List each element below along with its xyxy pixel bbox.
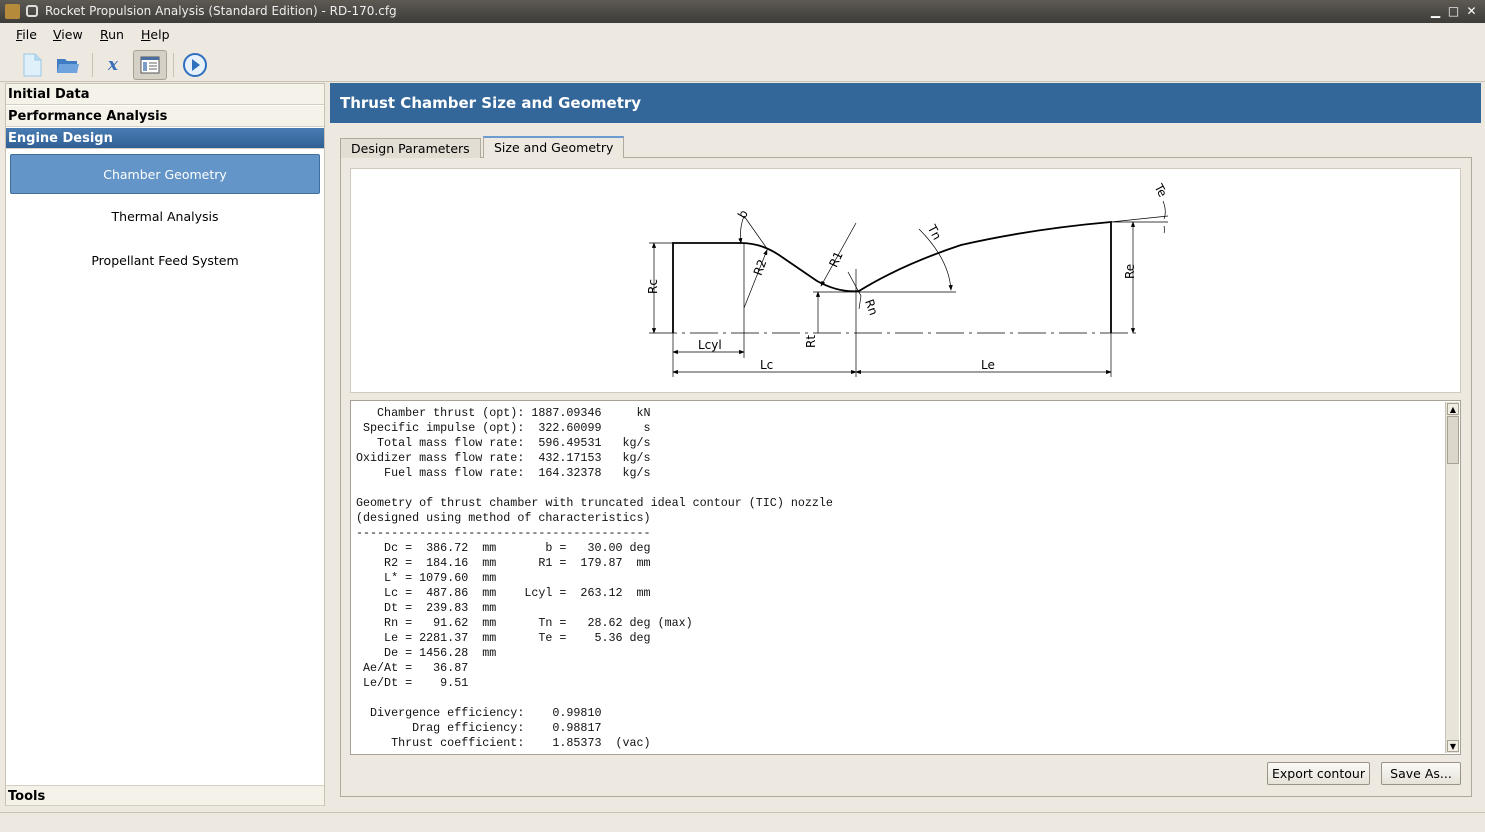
run-icon — [183, 53, 207, 77]
results-line: Geometry of thrust chamber with truncate… — [356, 496, 833, 510]
new-file-button[interactable] — [15, 50, 49, 80]
sidebar-item-thermal-analysis[interactable]: Thermal Analysis — [10, 197, 320, 237]
window-menu-icon[interactable] — [26, 5, 38, 17]
window-title: Rocket Propulsion Analysis (Standard Edi… — [45, 4, 397, 18]
label-rc: Rc — [646, 279, 660, 294]
results-line: Ae/At = 36.87 — [356, 661, 469, 675]
minimize-button[interactable]: ▁ — [1429, 5, 1442, 18]
tab-size-and-geometry[interactable]: Size and Geometry — [483, 136, 625, 158]
toolbar-separator — [92, 53, 93, 77]
sidebar-item-chamber-geometry[interactable]: Chamber Geometry — [10, 154, 320, 194]
open-button[interactable] — [51, 50, 85, 80]
report-view-icon — [140, 56, 160, 74]
toolbar-separator — [173, 53, 174, 77]
chamber-contour — [672, 221, 1112, 333]
chamber-geometry-diagram: b R2 R1 Tn Te Rc Rt Rn Re Lcyl Lc Le — [350, 168, 1461, 393]
label-lc: Lc — [760, 358, 773, 372]
diagram-svg: b R2 R1 Tn Te Rc Rt Rn Re Lcyl Lc Le — [646, 181, 1170, 377]
results-line: Thrust coefficient: 1.85373 (vac) — [356, 736, 651, 750]
status-bar — [0, 812, 1485, 832]
run-button[interactable] — [178, 50, 212, 80]
sidebar-section-engine-design[interactable]: Engine Design — [6, 128, 324, 149]
sidebar-item-propellant-feed-system[interactable]: Propellant Feed System — [10, 241, 320, 281]
label-te: Te — [1151, 181, 1170, 200]
label-lcyl: Lcyl — [698, 338, 722, 352]
results-line: Le = 2281.37 mm Te = 5.36 deg — [356, 631, 651, 645]
dim-te — [1162, 200, 1166, 234]
tab-design-parameters[interactable]: Design Parameters — [340, 138, 481, 158]
export-contour-button[interactable]: Export contour — [1267, 762, 1370, 785]
scroll-down-arrow-icon[interactable]: ▼ — [1447, 740, 1459, 752]
formula-button[interactable]: x — [96, 50, 130, 80]
menu-help[interactable]: Help — [141, 27, 170, 42]
results-line — [356, 691, 833, 706]
formula-icon: x — [107, 55, 119, 75]
sidebar-section-initial-data[interactable]: Initial Data — [6, 84, 324, 105]
close-button[interactable]: ✕ — [1465, 5, 1478, 18]
scroll-up-arrow-icon[interactable]: ▲ — [1447, 403, 1459, 415]
extension-lines — [649, 215, 1169, 377]
results-line: Le/Dt = 9.51 — [356, 676, 469, 690]
app-icon — [5, 4, 20, 19]
results-line: Specific impulse (opt): 322.60099 s — [356, 421, 651, 435]
label-rt: Rt — [804, 335, 818, 348]
results-line: R2 = 184.16 mm R1 = 179.87 mm — [356, 556, 651, 570]
results-line: Chamber thrust (opt): 1887.09346 kN — [356, 406, 651, 420]
label-b: b — [735, 207, 751, 221]
results-line: Dt = 239.83 mm — [356, 601, 497, 615]
label-r1: R1 — [826, 249, 845, 269]
results-line — [356, 481, 833, 496]
report-view-button[interactable] — [133, 50, 167, 80]
label-r2: R2 — [751, 258, 770, 278]
results-line: De = 1456.28 mm — [356, 646, 497, 660]
results-line: Rn = 91.62 mm Tn = 28.62 deg (max) — [356, 616, 693, 630]
sidebar-section-tools[interactable]: Tools — [6, 785, 324, 806]
results-line: Lc = 487.86 mm Lcyl = 263.12 mm — [356, 586, 651, 600]
new-file-icon — [23, 53, 42, 77]
results-text: Chamber thrust (opt): 1887.09346 kN Spec… — [356, 401, 833, 751]
results-line: ----------------------------------------… — [356, 526, 651, 540]
scrollbar-thumb[interactable] — [1447, 416, 1459, 464]
menu-bar: File View Run Help — [0, 23, 1485, 45]
page-title: Thrust Chamber Size and Geometry — [330, 83, 1481, 123]
menu-run[interactable]: Run — [100, 27, 124, 42]
open-folder-icon — [57, 59, 79, 73]
results-line: Total mass flow rate: 596.49531 kg/s — [356, 436, 651, 450]
results-line: (designed using method of characteristic… — [356, 511, 651, 525]
results-line: L* = 1079.60 mm — [356, 571, 497, 585]
label-rn: Rn — [862, 297, 881, 317]
vertical-scrollbar[interactable]: ▲ ▼ — [1445, 402, 1459, 753]
sidebar: Initial Data Performance Analysis Engine… — [5, 83, 325, 806]
toolbar: x — [0, 45, 1485, 82]
maximize-button[interactable]: □ — [1447, 5, 1460, 18]
menu-file[interactable]: File — [16, 27, 37, 42]
results-line: Drag efficiency: 0.98817 — [356, 721, 602, 735]
save-as-button[interactable]: Save As... — [1381, 762, 1461, 785]
label-re: Re — [1123, 264, 1137, 279]
menu-view[interactable]: View — [53, 27, 83, 42]
results-line: Oxidizer mass flow rate: 432.17153 kg/s — [356, 451, 651, 465]
label-le: Le — [981, 358, 995, 372]
title-bar: Rocket Propulsion Analysis (Standard Edi… — [0, 0, 1485, 23]
sidebar-section-performance-analysis[interactable]: Performance Analysis — [6, 106, 324, 127]
results-text-area[interactable]: Chamber thrust (opt): 1887.09346 kN Spec… — [350, 400, 1461, 755]
results-line: Fuel mass flow rate: 164.32378 kg/s — [356, 466, 651, 480]
label-tn: Tn — [924, 222, 944, 243]
results-line: Divergence efficiency: 0.99810 — [356, 706, 602, 720]
results-line: Dc = 386.72 mm b = 30.00 deg — [356, 541, 651, 555]
